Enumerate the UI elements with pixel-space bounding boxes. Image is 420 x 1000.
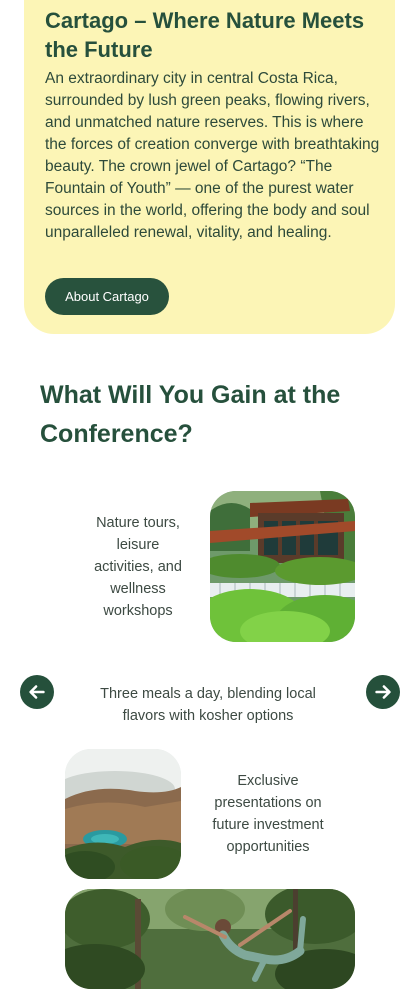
about-cartago-button[interactable]: About Cartago — [45, 278, 169, 315]
feature-meals: Three meals a day, blending local flavor… — [100, 686, 316, 724]
section-title: What Will You Gain at the Conference? — [40, 381, 341, 448]
carousel-prev-button[interactable] — [20, 675, 54, 709]
carousel-next-button[interactable] — [366, 675, 400, 709]
hero-description: An extraordinary city in central Costa R… — [45, 70, 380, 241]
arrow-left-icon — [29, 685, 45, 699]
arrow-right-icon — [375, 685, 391, 699]
eco-lodge-photo — [210, 491, 355, 642]
volcano-crater-lake-photo — [65, 749, 181, 879]
feature-nature-tours: Nature tours, leisure activities, and we… — [94, 515, 182, 619]
feature-presentations: Exclusive presentations on future invest… — [212, 773, 324, 855]
hero-title: Cartago – Where Nature Meets the Future — [45, 8, 365, 62]
yoga-in-forest-photo — [65, 889, 355, 989]
